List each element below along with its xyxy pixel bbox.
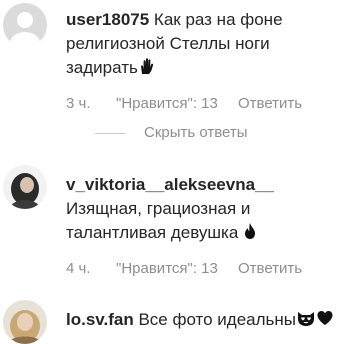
comment-text-line: Как раз на фоне	[153, 10, 283, 29]
avatar[interactable]	[3, 165, 47, 209]
comment-username[interactable]: user18075	[66, 10, 149, 29]
comment-likes-count[interactable]: "Нравится": 13	[116, 95, 218, 113]
heart-eyes-cat-icon	[296, 309, 316, 334]
comment-username[interactable]: lo.sv.fan	[66, 310, 134, 329]
reply-button[interactable]: Ответить	[238, 95, 302, 113]
fire-icon	[243, 222, 257, 247]
hide-replies-button[interactable]: Скрыть ответы	[95, 124, 295, 142]
comment-text-line: религиозной Стеллы ноги	[66, 34, 270, 53]
comment-likes-count[interactable]: "Нравится": 13	[116, 260, 218, 278]
avatar[interactable]	[3, 3, 47, 47]
raised-hand-icon	[138, 57, 156, 82]
black-heart-icon	[316, 309, 334, 334]
comment-timestamp: 4 ч.	[66, 260, 91, 277]
divider	[95, 133, 125, 134]
comment-username[interactable]: v_viktoria__alekseevna__	[66, 175, 274, 194]
comment-body: v_viktoria__alekseevna__ Изящная, грацио…	[66, 173, 274, 247]
profile-photo-avatar	[3, 300, 47, 344]
comment-text-line: Все фото идеальны	[138, 310, 297, 329]
comment-text-line: талантливая девушка	[66, 223, 239, 242]
comment-timestamp: 3 ч.	[66, 95, 91, 112]
avatar[interactable]	[3, 300, 47, 344]
comment-body: user18075 Как раз на фоне религиозной Ст…	[66, 8, 283, 82]
default-avatar-icon	[3, 3, 47, 47]
comment-meta: 3 ч. "Нравится": 13 Ответить	[66, 95, 326, 113]
comment-body: lo.sv.fan Все фото идеальны	[66, 308, 334, 334]
comment-text-line: Изящная, грациозная и	[66, 199, 251, 218]
profile-photo-avatar	[3, 165, 47, 209]
comment-meta: 4 ч. "Нравится": 13 Ответить	[66, 260, 326, 278]
reply-button[interactable]: Ответить	[238, 260, 302, 278]
comment-text-line: задирать	[66, 58, 138, 77]
